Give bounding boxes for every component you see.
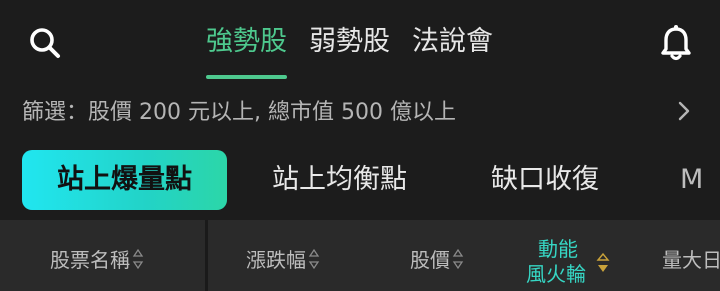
sort-desc-icon [596,251,610,279]
column-label-line2: 風火輪 [526,262,586,286]
table-header: 股票名稱 漲跌幅 股價 動能 風火輪 量大日 [0,220,720,291]
sort-icon [452,247,464,271]
column-label: 量大日 [662,248,720,272]
top-bar: 強勢股 弱勢股 法說會 [0,0,720,86]
filter-row[interactable]: 篩選：股價 200 元以上, 總市值 500 億以上 [0,86,720,134]
column-max-volume-day[interactable]: 量大日 [662,244,720,273]
chip-more[interactable]: M [680,150,703,210]
chip-equilibrium-breakout[interactable]: 站上均衡點 [272,150,407,210]
sort-icon [308,247,320,271]
column-change-percent[interactable]: 漲跌幅 [246,244,320,273]
column-label: 股票名稱 [50,248,130,272]
column-divider [205,220,208,291]
column-label: 漲跌幅 [246,248,306,272]
signal-chips: 站上爆量點 站上均衡點 缺口收復 M [0,146,720,212]
market-tabs: 強勢股 弱勢股 法說會 [206,22,515,82]
column-label: 股價 [410,248,450,272]
bell-icon[interactable] [654,20,698,64]
tab-weak-stocks[interactable]: 弱勢股 [309,22,390,82]
chip-gap-recovery[interactable]: 缺口收復 [491,150,599,210]
chevron-right-icon [676,100,692,122]
tab-investor-conference[interactable]: 法說會 [412,22,493,82]
column-momentum-wheel[interactable]: 動能 風火輪 [526,233,616,286]
tab-strong-stocks[interactable]: 強勢股 [206,22,287,82]
chip-volume-breakout[interactable]: 站上爆量點 [22,150,227,210]
column-stock-name[interactable]: 股票名稱 [50,244,144,273]
column-price[interactable]: 股價 [410,244,464,273]
search-icon[interactable] [26,24,66,64]
filter-text: 篩選：股價 200 元以上, 總市值 500 億以上 [22,100,456,125]
sort-icon [132,247,144,271]
